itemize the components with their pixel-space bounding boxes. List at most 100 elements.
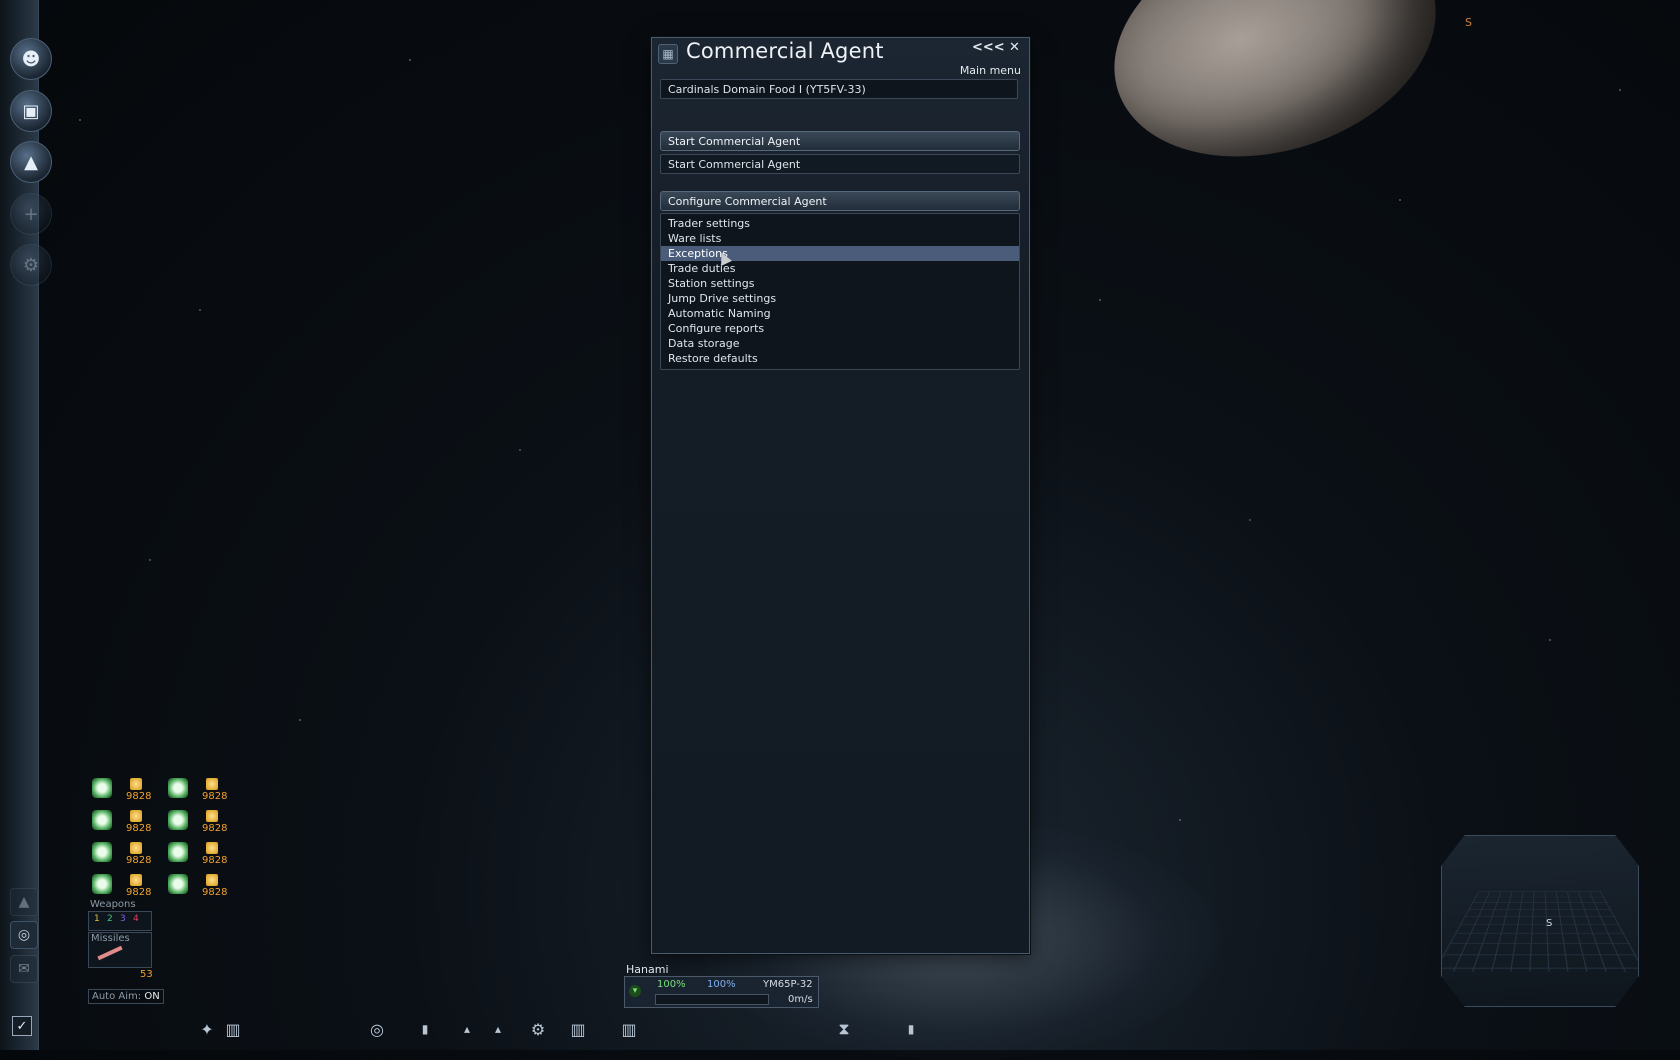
- camera-icon[interactable]: ▣: [10, 90, 52, 132]
- menu-item-data-storage[interactable]: Data storage: [661, 336, 1019, 351]
- target-icon[interactable]: ◎: [10, 921, 38, 949]
- configure-section-header[interactable]: Configure Commercial Agent: [660, 191, 1020, 211]
- weapons-label: Weapons: [90, 899, 136, 910]
- auto-aim-toggle[interactable]: Auto Aim: ON: [88, 989, 164, 1004]
- fighter-icon[interactable]: ▴: [456, 1018, 478, 1040]
- pilot-slot-icon: [206, 842, 218, 854]
- menu-item-jump-drive-settings[interactable]: Jump Drive settings: [661, 291, 1019, 306]
- main-menu-link[interactable]: Main menu: [960, 64, 1021, 77]
- crystal-icon: [92, 810, 112, 830]
- ship-id: YM65P-32: [763, 979, 813, 990]
- cargo-slot[interactable]: 9828: [88, 808, 152, 836]
- weapon-slots[interactable]: 1 2 3 4: [88, 911, 152, 931]
- weapon-icon[interactable]: ✦: [196, 1018, 218, 1040]
- commercial-agent-window: ▦ Commercial Agent <<< ✕ Main menu Cardi…: [651, 37, 1030, 954]
- cargo-value: 9828: [126, 823, 152, 834]
- menu-item-trade-duties[interactable]: Trade duties: [661, 261, 1019, 276]
- pilot-slot-icon: [130, 810, 142, 822]
- menu-item-automatic-naming[interactable]: Automatic Naming: [661, 306, 1019, 321]
- weapon-slot-4: 4: [133, 914, 139, 924]
- missiles-panel[interactable]: Missiles: [88, 932, 152, 968]
- ship-name-field: Cardinals Domain Food I (YT5FV-33): [660, 79, 1018, 99]
- cargo-icon[interactable]: ⚙: [527, 1018, 549, 1040]
- beacon-icon[interactable]: ▴: [487, 1018, 509, 1040]
- pilot-slot-icon: [130, 778, 142, 790]
- menu-item-ware-lists[interactable]: Ware lists: [661, 231, 1019, 246]
- pilot-slot-icon: [206, 874, 218, 886]
- settings-icon[interactable]: ⚙: [10, 244, 52, 286]
- crystal-icon: [168, 810, 188, 830]
- ship-name: Hanami: [626, 963, 669, 976]
- pilot-slot-icon: [206, 778, 218, 790]
- cargo-value: 9828: [202, 887, 228, 898]
- start-section-header[interactable]: Start Commercial Agent: [660, 131, 1020, 151]
- factory-icon[interactable]: ▥: [222, 1018, 244, 1040]
- weapon-slot-3: 3: [120, 914, 126, 924]
- compass-icon[interactable]: ◎: [366, 1018, 388, 1040]
- weapon-slot-1: 1: [94, 914, 100, 924]
- cargo-slot[interactable]: 9828: [164, 872, 228, 900]
- crystal-icon: [168, 842, 188, 862]
- cargo-slot[interactable]: 9828: [88, 872, 152, 900]
- cargo-slot[interactable]: 9828: [88, 776, 152, 804]
- missile-count: 53: [140, 969, 153, 980]
- cargo-value: 9828: [126, 887, 152, 898]
- cargo-value: 9828: [202, 823, 228, 834]
- menu-item-restore-defaults[interactable]: Restore defaults: [661, 351, 1019, 366]
- menu-item-exceptions[interactable]: Exceptions: [661, 246, 1019, 261]
- crystal-icon: [92, 842, 112, 862]
- left-sidebar: ☻ ▣ ▲ + ⚙ ▲ ◎ ✉: [0, 0, 52, 1050]
- cargo-slot[interactable]: 9828: [164, 840, 228, 868]
- moon: [1084, 0, 1466, 196]
- auto-aim-label: Auto Aim:: [92, 991, 142, 1002]
- pilot-slot-icon: [206, 810, 218, 822]
- weapon-slot-2: 2: [107, 914, 113, 924]
- grid-menu-icon[interactable]: ▦: [658, 44, 678, 64]
- cargo-value: 9828: [126, 855, 152, 866]
- crystal-icon: [168, 778, 188, 798]
- pod-icon[interactable]: ⧗: [833, 1018, 855, 1040]
- throttle-bar[interactable]: [655, 994, 769, 1005]
- cargo-value: 9828: [126, 791, 152, 802]
- window-header: ▦ Commercial Agent <<< ✕ Main menu: [652, 38, 1029, 77]
- ship-status-icon: ▾: [629, 985, 641, 997]
- drone-icon[interactable]: ▮: [414, 1018, 436, 1040]
- menu-item-trader-settings[interactable]: Trader settings: [661, 216, 1019, 231]
- missiles-label: Missiles: [91, 933, 130, 944]
- start-agent-button[interactable]: Start Commercial Agent: [660, 154, 1020, 174]
- crystal-icon: [92, 874, 112, 894]
- close-button[interactable]: ✕: [1009, 40, 1020, 55]
- missile-icon: [97, 945, 123, 961]
- laser-tower-icon[interactable]: ▮: [900, 1018, 922, 1040]
- pilot-slot-icon: [130, 842, 142, 854]
- eject-icon[interactable]: ▲: [10, 141, 52, 183]
- configure-menu-list: Trader settings Ware lists Exceptions Tr…: [660, 213, 1020, 370]
- pilot-slot-icon: [130, 874, 142, 886]
- mail-icon[interactable]: ✉: [10, 955, 38, 983]
- cargo-slot[interactable]: 9828: [164, 776, 228, 804]
- window-title: Commercial Agent: [686, 39, 884, 63]
- station-icon[interactable]: ▥: [567, 1018, 589, 1040]
- menu-item-station-settings[interactable]: Station settings: [661, 276, 1019, 291]
- shield-percent: 100%: [707, 979, 736, 990]
- add-icon[interactable]: +: [10, 193, 52, 235]
- ship-status-bar: ▾ 100% 100% YM65P-32 0m/s: [624, 976, 819, 1008]
- checkbox-icon[interactable]: ✓: [12, 1016, 32, 1036]
- crystal-icon: [92, 778, 112, 798]
- collapse-button[interactable]: <<<: [972, 40, 1005, 55]
- pilot-icon[interactable]: ☻: [10, 38, 52, 80]
- cargo-value: 9828: [202, 855, 228, 866]
- cargo-slot[interactable]: 9828: [164, 808, 228, 836]
- up-arrow-icon[interactable]: ▲: [10, 888, 38, 916]
- cargo-value: 9828: [202, 791, 228, 802]
- menu-item-configure-reports[interactable]: Configure reports: [661, 321, 1019, 336]
- dock-icon[interactable]: ▥: [618, 1018, 640, 1040]
- crystal-icon: [168, 874, 188, 894]
- cargo-slot[interactable]: 9828: [88, 840, 152, 868]
- minimap-grid: [1441, 891, 1639, 972]
- hull-percent: 100%: [657, 979, 686, 990]
- minimap[interactable]: S: [1441, 835, 1639, 1007]
- minimap-marker: S: [1546, 918, 1553, 929]
- auto-aim-value: ON: [144, 991, 160, 1002]
- ship-speed: 0m/s: [788, 994, 813, 1005]
